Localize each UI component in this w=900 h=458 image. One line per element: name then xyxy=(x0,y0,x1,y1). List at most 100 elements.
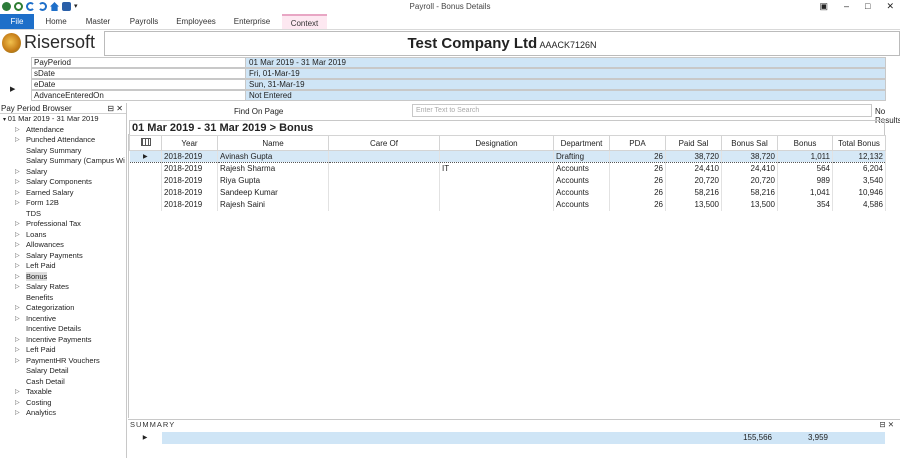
tree-item[interactable]: ▷ Allowances xyxy=(0,240,126,251)
expand-icon[interactable]: ▷ xyxy=(15,272,20,283)
expand-icon[interactable]: ▷ xyxy=(15,335,20,346)
table-row[interactable]: 2018-2019 Rajesh Saini Accounts 26 13,500 13,… xyxy=(129,198,886,211)
cell-care-of[interactable] xyxy=(328,198,440,211)
tree-item[interactable]: ▷ Analytics xyxy=(0,408,126,419)
tab-master[interactable]: Master xyxy=(80,14,116,29)
cell-year[interactable]: 2018-2019 xyxy=(161,198,218,211)
table-row[interactable]: 2018-2019 Rajesh Sharma IT Accounts 26 24,410… xyxy=(129,162,886,175)
column-header-department[interactable]: Department xyxy=(553,135,610,151)
expand-icon[interactable]: ▷ xyxy=(15,398,20,409)
property-value[interactable]: Sun, 31-Mar-19 xyxy=(245,79,886,90)
tree-root[interactable]: ▾ 01 Mar 2019 - 31 Mar 2019 xyxy=(0,114,126,125)
cell-care-of[interactable] xyxy=(328,186,440,199)
tab-home[interactable]: Home xyxy=(38,14,74,29)
cell-paid-sal[interactable]: 13,500 xyxy=(665,198,722,211)
tree-item[interactable]: Salary Summary (Campus Wi xyxy=(0,156,126,167)
tree-item[interactable]: Incentive Details xyxy=(0,324,126,335)
expand-icon[interactable]: ▷ xyxy=(15,230,20,241)
tree-item[interactable]: ▷ PaymentHR Vouchers xyxy=(0,356,126,367)
cell-designation[interactable] xyxy=(439,198,554,211)
cell-pda[interactable]: 26 xyxy=(609,162,666,175)
cell-bonus[interactable]: 564 xyxy=(777,162,833,175)
column-header-year[interactable]: Year xyxy=(161,135,218,151)
tree-item[interactable]: ▷ Incentive xyxy=(0,314,126,325)
expand-icon[interactable]: ▷ xyxy=(15,303,20,314)
cell-name[interactable]: Rajesh Sharma xyxy=(217,162,329,175)
cell-total-bonus[interactable]: 6,204 xyxy=(832,162,886,175)
column-header-total-bonus[interactable]: Total Bonus xyxy=(832,135,886,151)
tab-payrolls[interactable]: Payrolls xyxy=(124,14,164,29)
tree-item[interactable]: ▷ Salary Rates xyxy=(0,282,126,293)
cell-department[interactable]: Accounts xyxy=(553,186,610,199)
cell-name[interactable]: Rajesh Saini xyxy=(217,198,329,211)
expand-icon[interactable]: ▷ xyxy=(15,198,20,209)
tree-item[interactable]: ▷ Incentive Payments xyxy=(0,335,126,346)
tree-item[interactable]: TDS xyxy=(0,209,126,220)
expand-icon[interactable]: ▷ xyxy=(15,345,20,356)
tree-item[interactable]: ▷ Salary xyxy=(0,167,126,178)
cell-year[interactable]: 2018-2019 xyxy=(161,162,218,175)
cell-name[interactable]: Sandeep Kumar xyxy=(217,186,329,199)
column-header-name[interactable]: Name xyxy=(217,135,329,151)
tree-item[interactable]: ▷ Costing xyxy=(0,398,126,409)
tree-item[interactable]: ▷ Punched Attendance xyxy=(0,135,126,146)
expand-icon[interactable]: ▷ xyxy=(15,167,20,178)
expand-icon[interactable]: ▷ xyxy=(15,251,20,262)
property-value[interactable]: 01 Mar 2019 - 31 Mar 2019 xyxy=(245,57,886,68)
tree-item[interactable]: ▷ Earned Salary xyxy=(0,188,126,199)
expand-icon[interactable]: ▷ xyxy=(15,188,20,199)
tree-item[interactable]: ▷ Loans xyxy=(0,230,126,241)
cell-total-bonus[interactable]: 12,132 xyxy=(832,150,886,163)
cell-bonus[interactable]: 1,041 xyxy=(777,186,833,199)
tree-item[interactable]: ▷ Form 12B xyxy=(0,198,126,209)
ribbon-display-icon[interactable]: ▣ xyxy=(819,1,828,12)
cell-year[interactable]: 2018-2019 xyxy=(161,186,218,199)
panel-controls[interactable]: ⊟ ✕ xyxy=(879,420,894,430)
cell-paid-sal[interactable]: 38,720 xyxy=(665,150,722,163)
tree-item[interactable]: ▷ Professional Tax xyxy=(0,219,126,230)
cell-department[interactable]: Accounts xyxy=(553,162,610,175)
summary-row[interactable]: ▶ 155,566 3,959 xyxy=(129,432,885,444)
tree-item[interactable]: ▷ Categorization xyxy=(0,303,126,314)
table-row[interactable]: 2018-2019 Sandeep Kumar Accounts 26 58,216 58… xyxy=(129,186,886,199)
expand-icon[interactable]: ▷ xyxy=(15,177,20,188)
cell-department[interactable]: Accounts xyxy=(553,174,610,187)
cell-designation[interactable] xyxy=(439,150,554,163)
cell-care-of[interactable] xyxy=(328,150,440,163)
expand-icon[interactable]: ▷ xyxy=(15,240,20,251)
expand-icon[interactable]: ▷ xyxy=(15,282,20,293)
cell-care-of[interactable] xyxy=(328,174,440,187)
column-header-bonus-sal[interactable]: Bonus Sal xyxy=(721,135,778,151)
cell-care-of[interactable] xyxy=(328,162,440,175)
cell-bonus[interactable]: 1,011 xyxy=(777,150,833,163)
tree-item[interactable]: ▷ Taxable xyxy=(0,387,126,398)
close-icon[interactable]: ✕ xyxy=(886,1,894,12)
tree-item[interactable]: ▷ Left Paid xyxy=(0,345,126,356)
cell-designation[interactable]: IT xyxy=(439,162,554,175)
cell-designation[interactable] xyxy=(439,186,554,199)
cell-pda[interactable]: 26 xyxy=(609,186,666,199)
cell-name[interactable]: Avinash Gupta xyxy=(217,150,329,163)
column-header-designation[interactable]: Designation xyxy=(439,135,554,151)
tree-item[interactable]: Cash Detail xyxy=(0,377,126,388)
cell-bonus-sal[interactable]: 58,216 xyxy=(721,186,778,199)
column-header-care-of[interactable]: Care Of xyxy=(328,135,440,151)
cell-year[interactable]: 2018-2019 xyxy=(161,150,218,163)
minimize-icon[interactable]: – xyxy=(844,1,849,12)
tab-file[interactable]: File xyxy=(0,14,34,29)
cell-year[interactable]: 2018-2019 xyxy=(161,174,218,187)
cell-bonus-sal[interactable]: 38,720 xyxy=(721,150,778,163)
tree-item[interactable]: ▷ Left Paid xyxy=(0,261,126,272)
tab-employees[interactable]: Employees xyxy=(172,14,220,29)
tab-context[interactable]: Context xyxy=(282,14,327,29)
expand-icon[interactable]: ▷ xyxy=(15,261,20,272)
cell-paid-sal[interactable]: 20,720 xyxy=(665,174,722,187)
cell-pda[interactable]: 26 xyxy=(609,150,666,163)
tree-item[interactable]: Salary Detail xyxy=(0,366,126,377)
property-value[interactable]: Fri, 01-Mar-19 xyxy=(245,68,886,79)
expand-icon[interactable]: ▷ xyxy=(15,408,20,419)
find-input[interactable]: Enter Text to Search xyxy=(412,104,872,117)
cell-bonus-sal[interactable]: 24,410 xyxy=(721,162,778,175)
expand-icon[interactable]: ▷ xyxy=(15,135,20,146)
table-row[interactable]: ▶ 2018-2019 Avinash Gupta Drafting 26 38,720 3… xyxy=(129,150,886,163)
